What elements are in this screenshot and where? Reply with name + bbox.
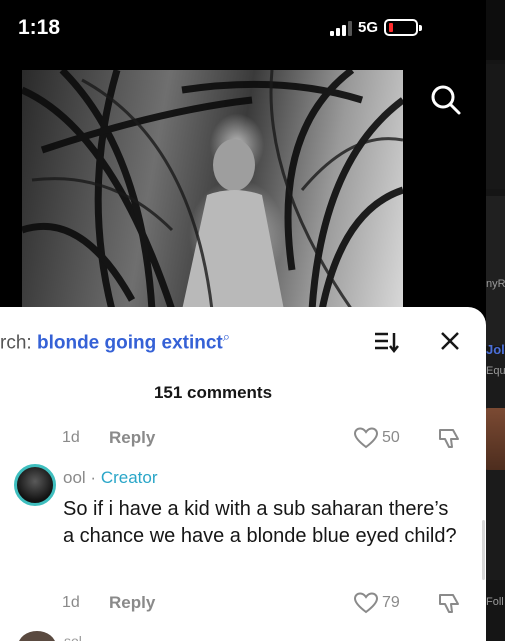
phone-screen: 1:18 5G rch: blonde going extinct⌕ 151 c…	[0, 0, 486, 641]
peek-text: Equ	[486, 365, 505, 377]
like-button[interactable]: 50	[354, 427, 400, 449]
avatar[interactable]	[14, 464, 56, 506]
creator-badge: Creator	[100, 468, 158, 487]
like-count: 79	[382, 594, 400, 611]
comment-author[interactable]: ool · Creator	[63, 468, 158, 488]
heart-icon	[354, 427, 378, 449]
avatar[interactable]	[18, 631, 56, 641]
dislike-icon[interactable]	[437, 591, 461, 620]
status-time: 1:18	[18, 16, 61, 39]
comment-meta-row: 1d Reply 50	[62, 426, 462, 450]
signal-icon	[330, 20, 352, 36]
battery-icon	[384, 19, 423, 36]
peek-thumbnail	[484, 408, 505, 470]
author-separator: ·	[90, 468, 97, 487]
comment-count: 151 comments	[153, 383, 273, 402]
reply-button[interactable]: Reply	[109, 428, 155, 448]
video-thumbnail[interactable]	[22, 70, 403, 310]
comment-text: So if i have a kid with a sub saharan th…	[63, 498, 457, 547]
peek-text: Jol	[486, 342, 505, 357]
author-name: ool	[63, 468, 86, 487]
status-icons: 5G	[330, 19, 423, 36]
peek-text: nyRa	[486, 278, 505, 290]
magnifier-icon: ⌕	[222, 329, 231, 344]
comment-meta-row: 1d Reply 79	[62, 591, 462, 615]
scrollbar[interactable]	[482, 520, 485, 580]
dislike-icon[interactable]	[437, 426, 461, 455]
like-button[interactable]: 79	[354, 592, 400, 614]
heart-icon	[354, 592, 378, 614]
network-label: 5G	[358, 19, 379, 36]
search-prefix: rch:	[0, 332, 32, 354]
sort-icon[interactable]	[374, 330, 400, 359]
comments-sheet: rch: blonde going extinct⌕ 151 comments …	[0, 307, 486, 641]
reply-button[interactable]: Reply	[109, 593, 155, 613]
comment-age: 1d	[62, 429, 80, 446]
comment-author[interactable]: sol	[64, 633, 82, 641]
close-icon[interactable]	[439, 330, 461, 357]
like-count: 50	[382, 429, 400, 446]
search-icon[interactable]	[430, 84, 462, 121]
related-search-link[interactable]: rch: blonde going extinct⌕	[0, 329, 230, 354]
search-term: blonde going extinct	[36, 332, 223, 354]
comments-header: rch: blonde going extinct⌕	[0, 327, 460, 357]
peek-text: Foll	[486, 596, 504, 608]
comment-age: 1d	[62, 594, 80, 611]
